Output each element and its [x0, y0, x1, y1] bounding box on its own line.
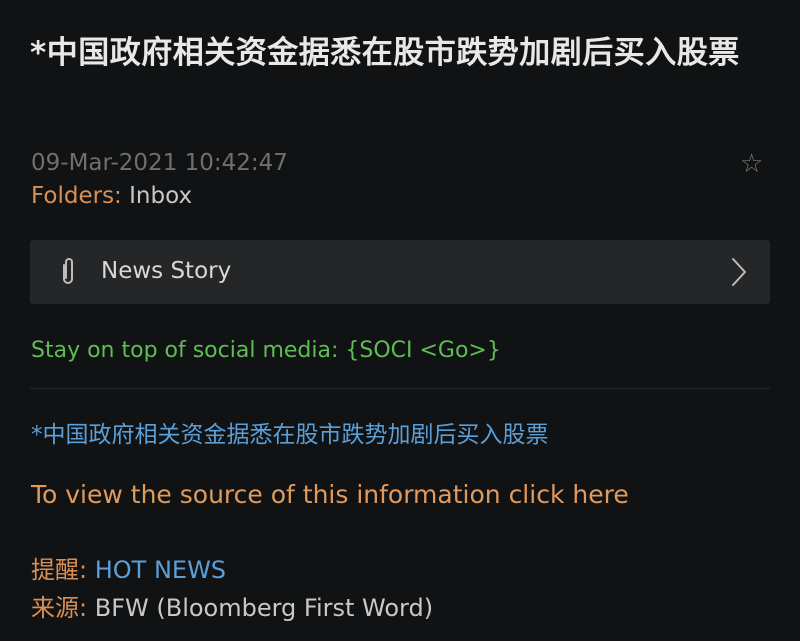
news-story-label: News Story [101, 258, 232, 284]
folders-row: Folders: Inbox [31, 183, 192, 209]
chevron-right-icon [732, 258, 746, 286]
folders-label: Folders: [31, 183, 122, 209]
paperclip-icon [63, 258, 73, 284]
divider [30, 388, 770, 389]
social-media-link[interactable]: Stay on top of social media: {SOCI <Go>} [31, 338, 501, 363]
story-timestamp: 09-Mar-2021 10:42:47 [31, 150, 288, 176]
source-key: 来源: [31, 594, 88, 622]
folders-value: Inbox [129, 183, 193, 209]
news-story-attachment[interactable]: News Story [30, 240, 770, 304]
reminder-key: 提醒: [31, 556, 88, 584]
related-headline-link[interactable]: *中国政府相关资金据悉在股市跌势加剧后买入股票 [31, 415, 549, 449]
star-icon[interactable]: ☆ [740, 149, 763, 179]
view-source-link[interactable]: To view the source of this information c… [31, 480, 629, 509]
story-title: *中国政府相关资金据悉在股市跌势加剧后买入股票 [30, 35, 740, 71]
reminder-row: 提醒: HOT NEWS [31, 550, 226, 585]
source-value: BFW (Bloomberg First Word) [94, 594, 434, 622]
reminder-value[interactable]: HOT NEWS [95, 556, 226, 584]
source-row: 来源: BFW (Bloomberg First Word) [31, 588, 433, 623]
